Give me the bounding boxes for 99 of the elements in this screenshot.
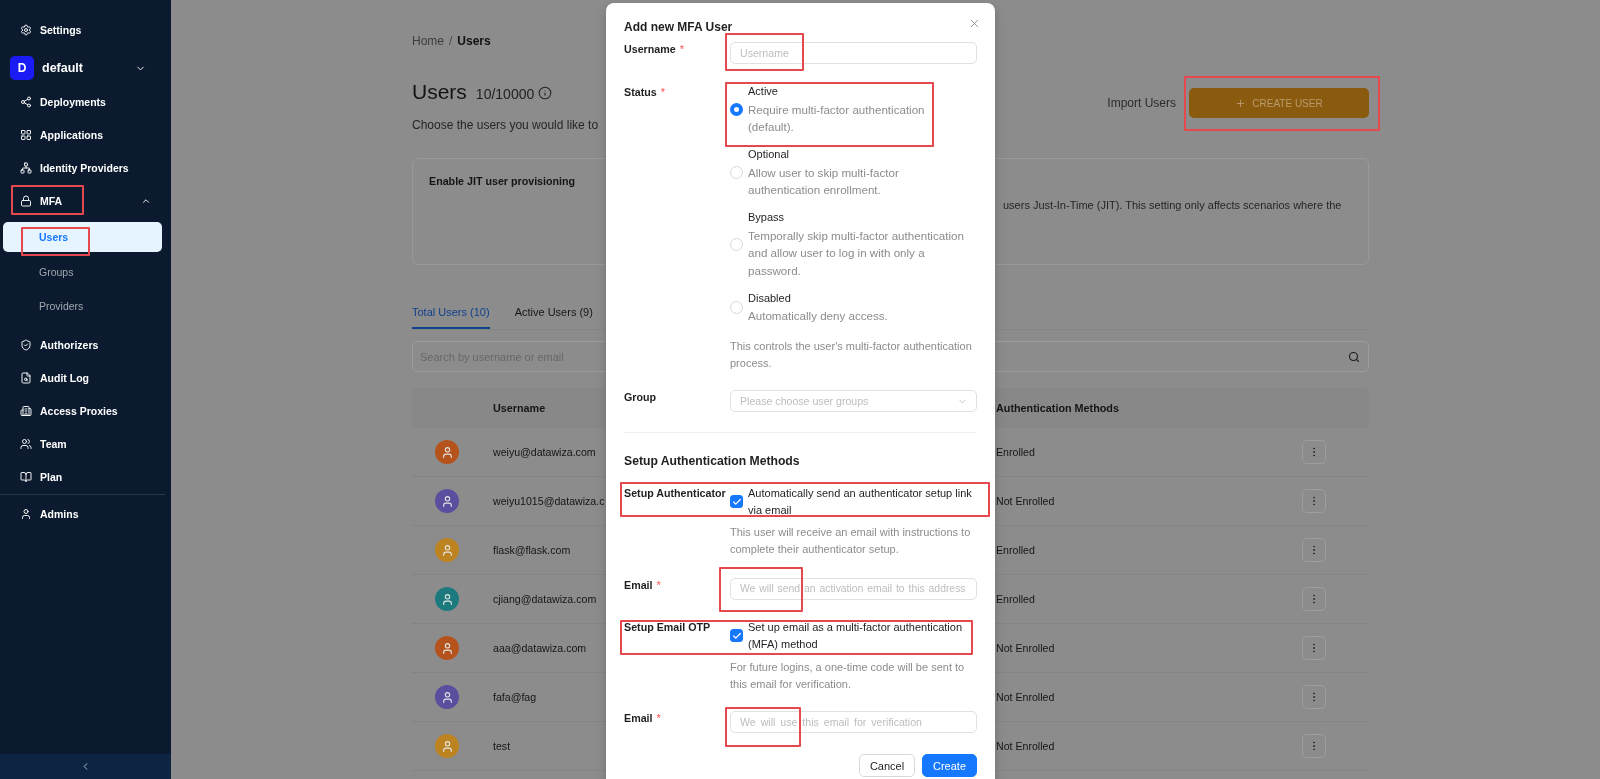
table-cell: Not Enrolled [996, 740, 1055, 752]
table-cell: flask@flask.com [493, 544, 571, 556]
more-button[interactable] [1302, 538, 1326, 562]
field-label: Setup Email OTP [624, 620, 711, 634]
search-icon[interactable] [1348, 350, 1360, 363]
sidebar-subitem[interactable]: Providers [3, 291, 162, 321]
cancel-button[interactable]: Cancel [859, 754, 915, 777]
table-cell: aaa@datawiza.com [493, 642, 587, 654]
help-text: For future logins, a one-time code will be sent to this email for verification. [730, 660, 966, 692]
required-mark: * [679, 42, 684, 56]
input-field[interactable]: Username [730, 42, 977, 64]
option-description: Allow user to skip multi-factor authentication enrollment. [748, 164, 900, 198]
checkbox-label: Set up email as a multi-factor authentication (MFA) method [748, 620, 963, 652]
book-icon [20, 470, 32, 483]
field-label: Email [624, 577, 653, 592]
workspace-name[interactable]: default [42, 61, 83, 75]
field-label: Status [624, 85, 657, 99]
shield-check-icon [20, 338, 32, 351]
table-cell: weiyu1015@datawiza.c [493, 495, 605, 507]
section-title: Setup Authentication Methods [624, 453, 801, 470]
option-description: Temporally skip multi-factor authentication and allow user to log in with only a password. [748, 227, 965, 279]
option-label: Disabled [748, 290, 792, 306]
option-label: Bypass [748, 210, 786, 225]
collapse-bar[interactable] [0, 754, 171, 779]
required-mark: * [660, 85, 665, 99]
tab[interactable]: Active Users (9) [514, 296, 593, 329]
checkbox[interactable] [730, 495, 743, 508]
more-button[interactable] [1302, 685, 1326, 709]
field-label: Username [624, 42, 676, 56]
checkbox-label: Automatically send an authenticator setup link via email [748, 486, 973, 518]
option-description: Automatically deny access. [748, 308, 889, 324]
option-label: Optional [748, 147, 790, 162]
settings-icon [20, 24, 32, 36]
help-text: This user will receive an email with instructions to complete their authenticator setup. [730, 525, 972, 557]
table-cell: Enrolled [996, 544, 1035, 556]
card-title: Enable JIT user provisioning [429, 174, 576, 189]
user-count: 10/10000 [475, 85, 535, 102]
table-cell: Not Enrolled [996, 495, 1055, 507]
column-header: Authentication Methods [996, 402, 1119, 414]
select-field[interactable]: Please choose user groups [730, 390, 977, 412]
sidebar-item[interactable]: Access Proxies [0, 394, 171, 427]
more-button[interactable] [1302, 587, 1326, 611]
plus-icon [1235, 97, 1247, 109]
users-icon [20, 437, 32, 450]
sidebar-item[interactable]: Audit Log [0, 361, 171, 394]
info-icon[interactable] [538, 86, 553, 100]
lock-icon [20, 195, 32, 207]
breadcrumb-current: Users [457, 33, 491, 50]
column-header: Username [493, 402, 546, 414]
sidebar-subitem[interactable]: Groups [3, 256, 162, 287]
table-cell: cjiang@datawiza.com [493, 593, 597, 605]
more-button[interactable] [1302, 636, 1326, 660]
field-label: Group [624, 390, 657, 404]
file-search-icon [20, 371, 32, 384]
import-link[interactable]: Import Users [1107, 96, 1176, 110]
sitemap-icon [20, 162, 32, 174]
table-cell: fafa@fag [493, 691, 537, 703]
workspace-avatar: D [10, 56, 34, 80]
user-icon [20, 507, 32, 520]
card-description: users Just-In-Time (JIT). This setting only affects scenarios where the [1003, 198, 1342, 213]
input-field[interactable]: We will send an activation email to this address [730, 577, 977, 600]
field-label: Setup Authenticator [624, 486, 726, 500]
grid-icon [20, 129, 32, 141]
sidebar-item[interactable]: Identity Providers [0, 151, 171, 185]
modal-title: Add new MFA User [624, 19, 733, 36]
sidebar-subitem[interactable]: Users [3, 222, 162, 252]
table-cell: Enrolled [996, 593, 1035, 605]
option-label: Active [748, 84, 779, 99]
breadcrumb-separator: / [449, 33, 453, 50]
chevron-up-icon[interactable] [141, 196, 151, 206]
table-cell: test [493, 740, 511, 752]
create-button[interactable]: Create [922, 754, 977, 777]
sidebar-item[interactable]: Deployments [0, 85, 171, 119]
sidebar-item[interactable]: Team [0, 427, 171, 460]
sidebar-item[interactable]: Applications [0, 118, 171, 152]
option-description: Require multi-factor authentication (default). [748, 101, 926, 135]
sidebar-item[interactable]: Authorizers [0, 328, 171, 361]
field-label: Email [624, 711, 653, 725]
page-description: Choose the users you would like to [412, 117, 599, 134]
table-cell: Not Enrolled [996, 691, 1055, 703]
nodes-icon [20, 96, 32, 108]
building-icon [20, 404, 32, 417]
radio-button[interactable] [730, 102, 743, 116]
input-field[interactable]: We will use this email for verification [730, 711, 977, 733]
more-button[interactable] [1302, 440, 1326, 464]
table-cell: weiyu@datawiza.com [493, 446, 596, 458]
page-title: Users [412, 79, 467, 105]
help-text: This controls the user's multi-factor authentication process. [730, 339, 973, 371]
sidebar-item[interactable]: Plan [0, 460, 171, 493]
checkbox[interactable] [730, 629, 743, 642]
sidebar-item[interactable]: Admins [0, 497, 171, 530]
table-cell: Not Enrolled [996, 642, 1055, 654]
required-mark: * [656, 711, 661, 725]
more-button[interactable] [1302, 489, 1326, 513]
more-button[interactable] [1302, 734, 1326, 758]
table-cell: Enrolled [996, 446, 1035, 458]
sidebar-item[interactable]: MFA [0, 184, 171, 218]
sidebar-item[interactable]: Settings [0, 13, 171, 47]
required-mark: * [656, 577, 661, 592]
